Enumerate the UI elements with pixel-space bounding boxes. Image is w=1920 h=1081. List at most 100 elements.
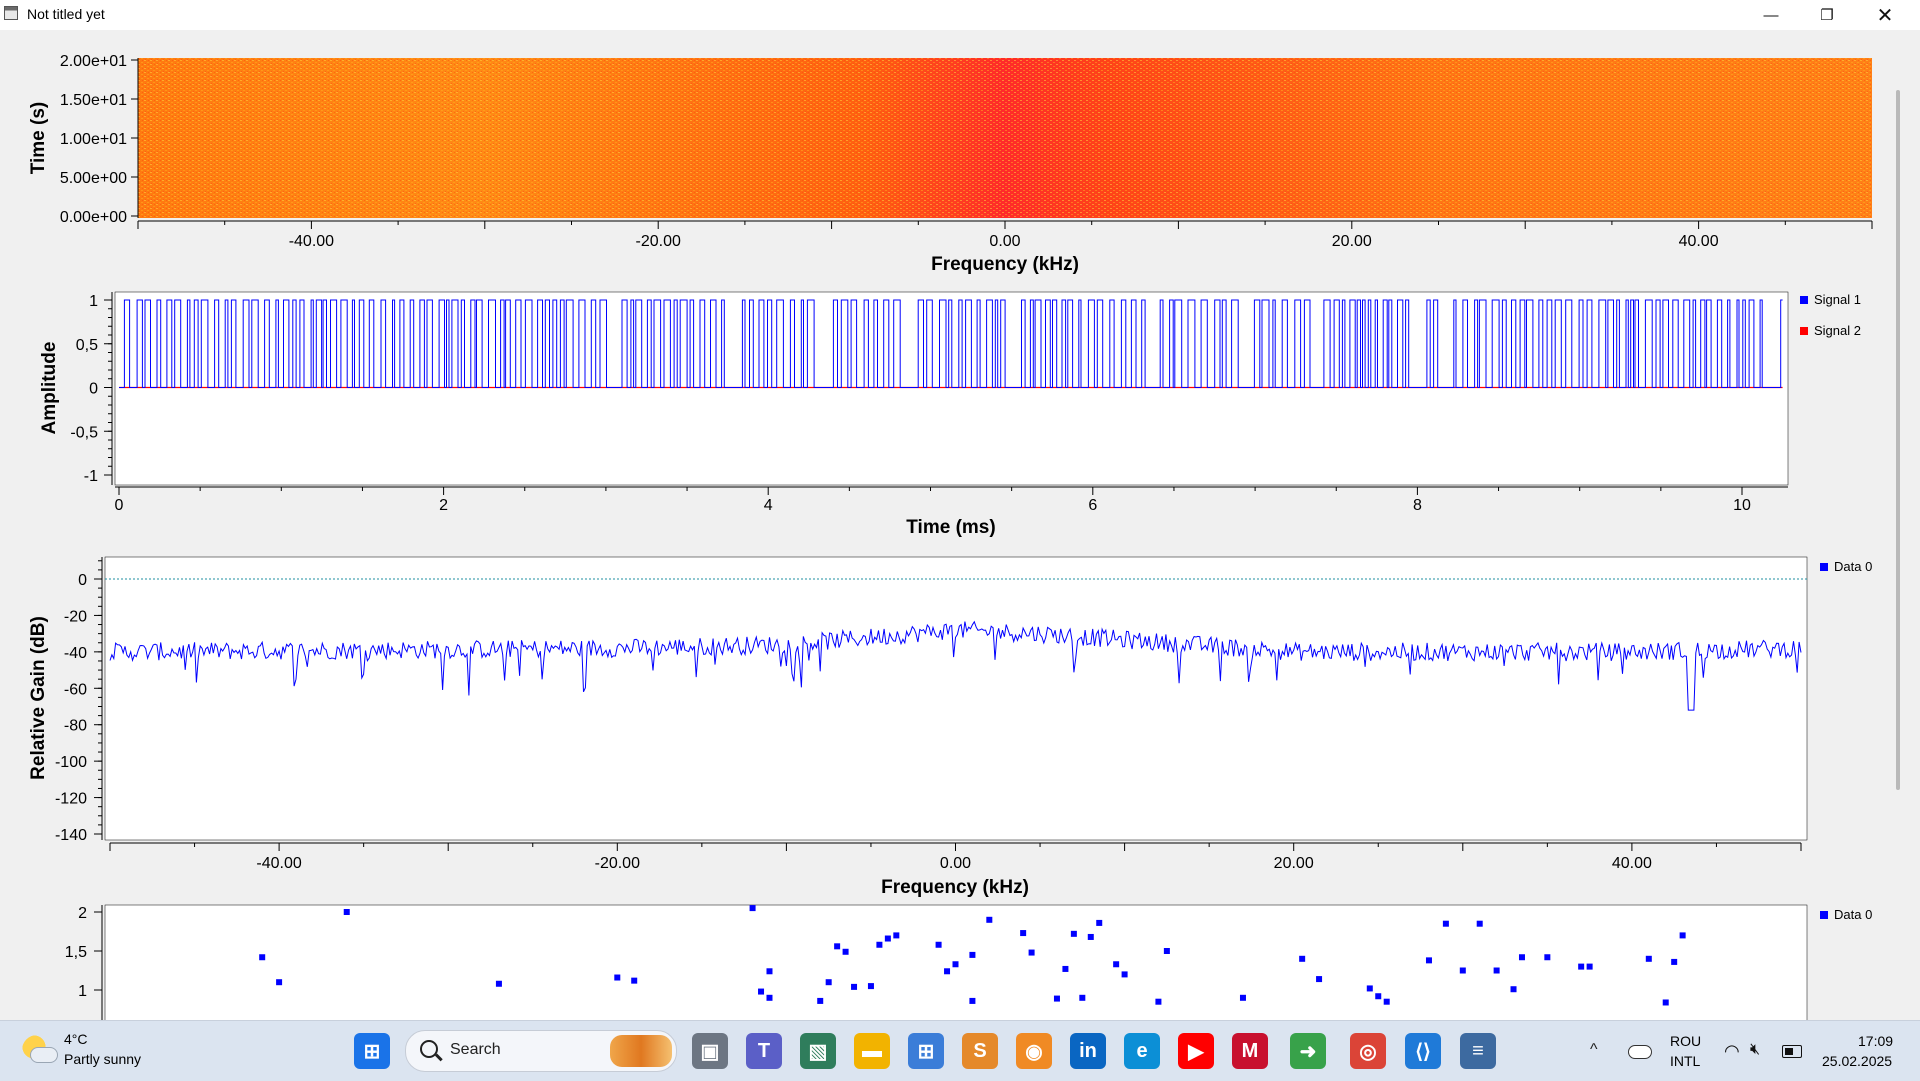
waterfall-ylabel: Time (s) [28,102,49,175]
taskbar-youtube-icon[interactable]: ▶ [1178,1033,1214,1069]
waterfall-xtick-label: 20.00 [1332,233,1372,250]
scatter-point [851,983,858,990]
show-hidden-icons-icon[interactable]: ^ [1590,1041,1598,1059]
taskbar-vscode-icon[interactable]: ⟨⟩ [1405,1033,1441,1069]
freq-ytick-label: -20 [64,608,87,625]
time-legend-label: Signal 1 [1814,292,1861,307]
waterfall-xtick-label: -20.00 [636,233,681,250]
taskbar-file-explorer-icon[interactable]: ▬ [854,1033,890,1069]
taskbar-sublime-icon[interactable]: S [962,1033,998,1069]
freq-xtick-label: 20.00 [1274,855,1314,872]
plot-area: 2.00e+01 1.50e+01 1.00e+01 5.00e+00 0.00e+00… [0,30,1920,1020]
taskbar-brave-icon[interactable]: ◉ [1016,1033,1052,1069]
legend-swatch [1820,563,1828,571]
freq-ylabel: Relative Gain (dB) [28,616,49,780]
time-xtick-label: 6 [1088,497,1097,514]
const-ytick-label: 2 [78,905,87,922]
time-xtick-label: 0 [115,497,124,514]
scatter-point [1578,963,1585,970]
window-title: Not titled yet [27,6,105,22]
taskbar-edge-icon[interactable]: e [1124,1033,1160,1069]
legend-swatch [1800,296,1808,304]
app-icon [4,6,18,20]
waterfall-xtick-label: 40.00 [1679,233,1719,250]
close-button[interactable]: ✕ [1862,0,1908,30]
freq-plot-canvas [104,556,1808,841]
scatter-point [343,909,350,915]
scatter-point [766,968,773,975]
freq-ytick-label: -40 [64,645,87,662]
waterfall-xtick-label: 0.00 [989,233,1020,250]
battery-icon[interactable] [1782,1045,1802,1058]
scatter-point [1442,920,1449,927]
scatter-point [952,961,959,968]
scatter-point [1366,985,1373,992]
waterfall-ytick-label: 1.50e+01 [60,92,127,109]
scatter-point [1645,955,1652,962]
taskbar-ms-store-icon[interactable]: ⊞ [908,1033,944,1069]
wifi-icon[interactable]: ◠ [1724,1041,1740,1062]
scatter-point [1493,967,1500,974]
time-ytick-label: 1 [89,293,98,310]
taskbar-mcafee-icon[interactable]: M [1232,1033,1268,1069]
legend-swatch [1800,327,1808,335]
onedrive-icon[interactable] [1628,1045,1652,1059]
taskbar-chrome-icon[interactable]: ◎ [1350,1033,1386,1069]
waterfall-plot: 2.00e+01 1.50e+01 1.00e+01 5.00e+00 0.00e+00… [28,53,1873,275]
scatter-point [1383,998,1390,1005]
scatter-point [1113,961,1120,968]
scatter-point [867,983,874,990]
search-label: Search [450,1041,501,1058]
weather-description[interactable]: Partly sunny [64,1051,141,1067]
scatter-point [969,997,976,1004]
taskbar-python-app-icon[interactable]: ≡ [1460,1033,1496,1069]
taskbar-start-icon[interactable]: ⊞ [354,1033,390,1069]
scatter-point [1679,932,1686,939]
language-indicator[interactable]: ROU [1670,1033,1701,1049]
time-ylabel: Amplitude [39,342,60,435]
time-xtick-label: 8 [1413,497,1422,514]
scatter-point [1510,986,1517,993]
maximize-button[interactable]: ❐ [1804,0,1850,30]
taskbar: 4°C Partly sunny ⊞ ▣ T ▧ ▬ ⊞ S ◉ in e ▶ M ➜ ◎ ⟨⟩ ≡ Sear… [0,1020,1920,1081]
freq-ytick-label: -120 [55,791,87,808]
scatter-point [1028,949,1035,956]
scatter-point [766,994,773,1001]
scrollbar[interactable] [1896,90,1900,790]
search-icon [420,1040,438,1058]
scatter-point [842,948,849,955]
scatter-point [276,979,283,986]
waterfall-ytick-label: 1.00e+01 [60,131,127,148]
weather-temperature[interactable]: 4°C [64,1031,88,1047]
taskbar-gnuradio-icon[interactable]: ➜ [1290,1033,1326,1069]
scatter-point [749,905,756,912]
scatter-point [1425,957,1432,964]
scatter-point [1476,920,1483,927]
clock-time[interactable]: 17:09 [1858,1033,1893,1049]
freq-xtick-label: -40.00 [256,855,301,872]
const-plot: 2 1,5 1 Data 0 [65,904,1872,1020]
keyboard-layout-indicator[interactable]: INTL [1670,1053,1700,1069]
taskbar-linkedin-icon[interactable]: in [1070,1033,1106,1069]
scatter-point [259,954,266,961]
minimize-button[interactable]: — [1748,0,1794,30]
scatter-point [935,941,942,948]
freq-ytick-label: -60 [64,681,87,698]
waterfall-noise [138,58,1872,218]
scatter-point [969,951,976,958]
search-highlight-image [610,1035,672,1067]
scatter-point [614,974,621,981]
taskbar-photos-icon[interactable]: ▧ [800,1033,836,1069]
scatter-point [631,977,638,984]
scatter-point [1163,948,1170,954]
const-ytick-label: 1,5 [65,944,87,961]
title-bar: Not titled yet — ❐ ✕ [0,0,1920,30]
freq-legend-label: Data 0 [1834,559,1872,574]
taskbar-teams-icon[interactable]: T [746,1033,782,1069]
time-xlabel: Time (ms) [906,517,995,538]
freq-xtick-label: -20.00 [595,855,640,872]
clock-date[interactable]: 25.02.2025 [1822,1053,1892,1069]
search-box[interactable]: Search [405,1030,677,1072]
volume-muted-icon[interactable]: 🔇︎ [1750,1041,1760,1059]
taskbar-task-view-icon[interactable]: ▣ [692,1033,728,1069]
